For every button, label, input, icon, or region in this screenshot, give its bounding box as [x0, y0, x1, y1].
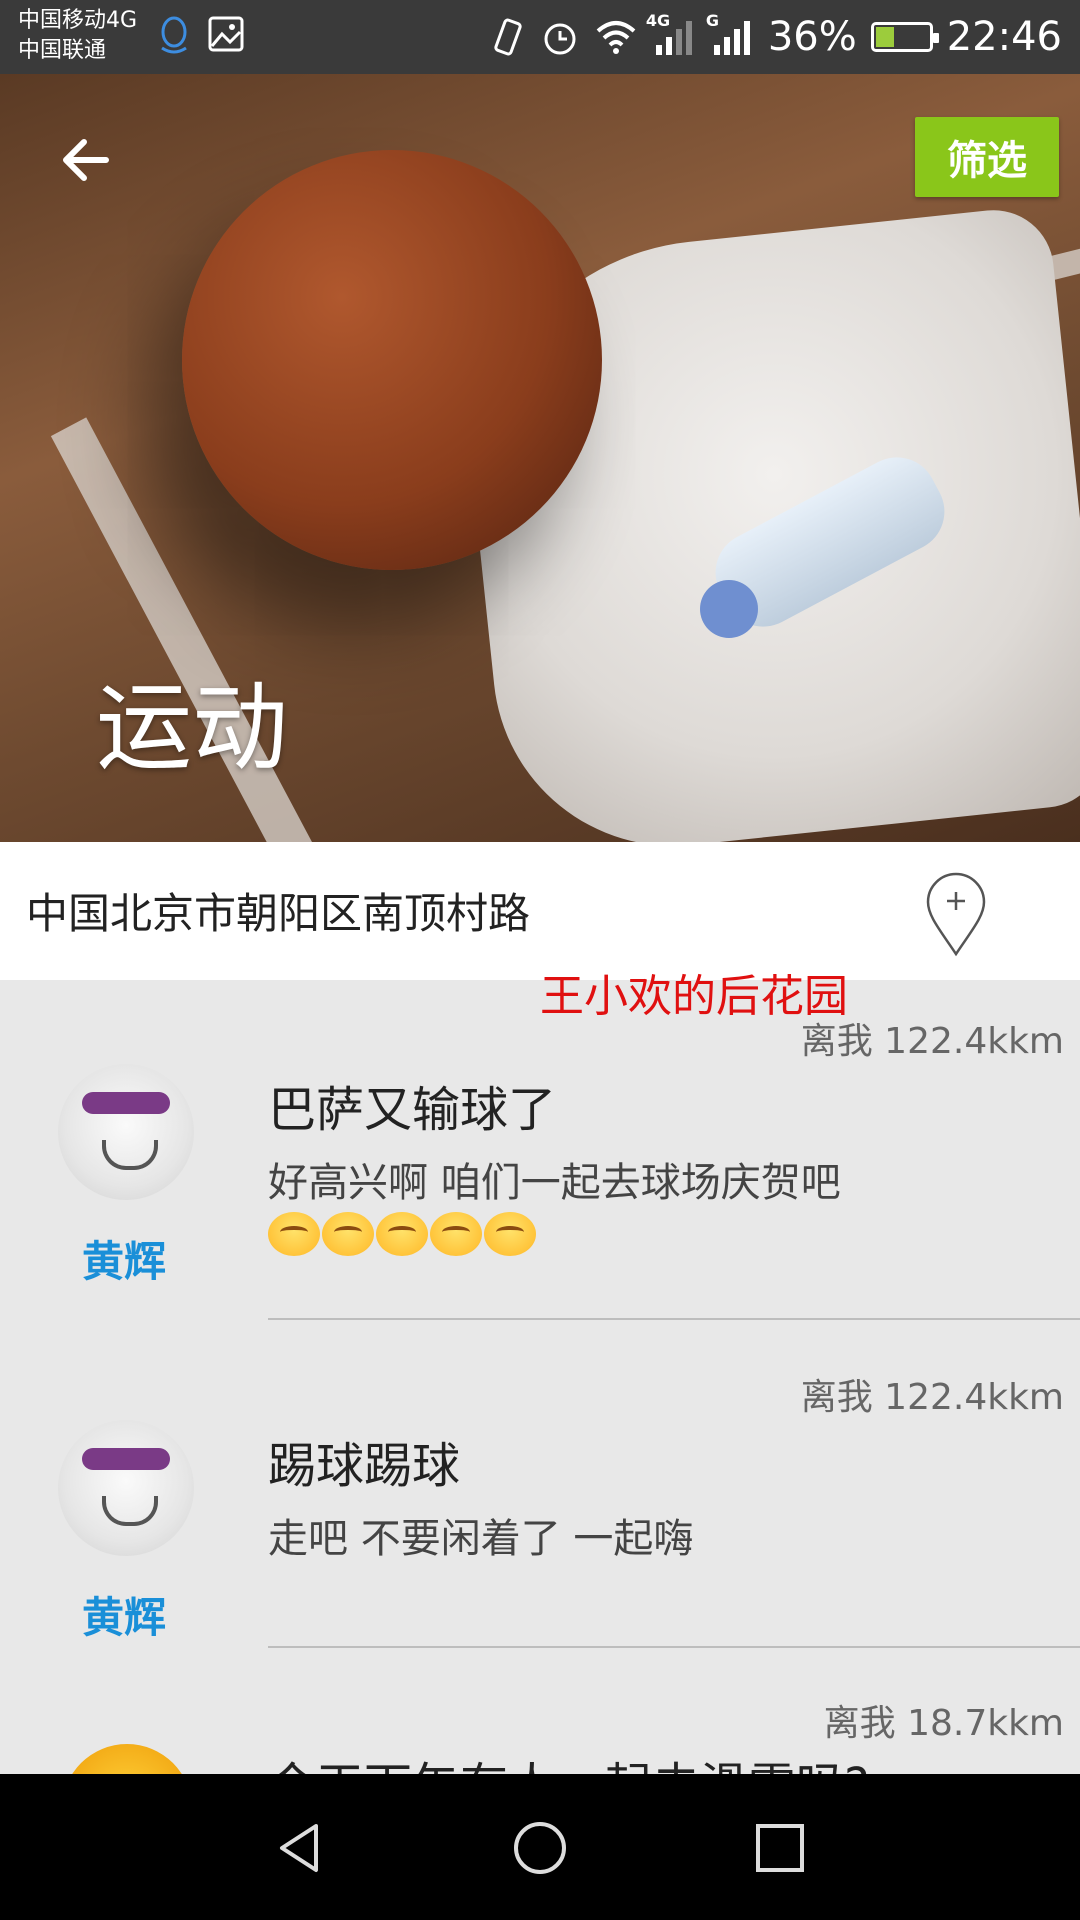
add-location-pin-icon[interactable] [924, 870, 988, 958]
divider [268, 1646, 1080, 1648]
distance-label: 离我 18.7kkm [823, 1703, 1064, 1744]
carrier-2: 中国联通 [18, 38, 107, 63]
emoji-row [268, 1212, 536, 1256]
smile-emoji-icon [268, 1212, 320, 1256]
avatar-mouth [102, 1496, 158, 1526]
image-icon [208, 16, 244, 52]
distance-label: 离我 122.4kkm [800, 1021, 1064, 1062]
basketball-graphic [182, 150, 602, 570]
system-nav-bar [0, 1774, 1080, 1920]
alarm-icon [544, 23, 576, 55]
smile-emoji-icon [430, 1212, 482, 1256]
carrier-1: 中国移动4G [18, 8, 138, 33]
signal-icon: G [706, 11, 754, 59]
avatar-glasses [82, 1092, 170, 1114]
smile-emoji-icon [376, 1212, 428, 1256]
nav-back-icon[interactable] [272, 1820, 328, 1876]
item-title: 踢球踢球 [268, 1438, 461, 1494]
wifi-icon [596, 21, 636, 54]
carrier-info: 中国移动4G 中国联通 [18, 6, 137, 66]
qq-icon [161, 16, 187, 54]
signal-2-label: G [705, 11, 719, 30]
avatar[interactable] [62, 1744, 192, 1774]
username[interactable]: 黄辉 [82, 1584, 166, 1645]
smile-emoji-icon [484, 1212, 536, 1256]
bottle-cap-graphic [700, 580, 758, 638]
item-text: 走吧 不要闲着了 一起嗨 [268, 1516, 694, 1562]
location-address: 中国北京市朝阳区南顶村路 [26, 889, 531, 938]
smile-emoji-icon [322, 1212, 374, 1256]
avatar[interactable] [58, 1064, 194, 1200]
item-text: 好高兴啊 咱们一起去球场庆贺吧 [268, 1160, 841, 1206]
battery-icon [870, 22, 939, 52]
arrow-left-icon[interactable] [56, 130, 116, 190]
list-item[interactable]: 离我 122.4kkm 黄辉 巴萨又输球了 好高兴啊 咱们一起去球场庆贺吧 [0, 1010, 1080, 1320]
avatar[interactable] [58, 1420, 194, 1556]
clock: 22:46 [946, 14, 1062, 60]
list-item[interactable]: 离我 122.4kkm 黄辉 踢球踢球 走吧 不要闲着了 一起嗨 [0, 1368, 1080, 1648]
filter-button[interactable]: 筛选 [915, 117, 1059, 197]
battery-percent: 36% [767, 14, 857, 60]
distance-label: 离我 122.4kkm [800, 1377, 1064, 1418]
nav-recents-icon[interactable] [752, 1820, 808, 1876]
vibrate-icon [494, 18, 522, 56]
item-title: 巴萨又输球了 [268, 1082, 557, 1138]
page-title: 运动 [96, 672, 288, 784]
avatar-mouth [102, 1140, 158, 1170]
signal-1-label: 4G [645, 11, 671, 30]
item-title: 今天下午有人一起去滑雪吗? [268, 1746, 869, 1774]
list-item[interactable]: 离我 18.7kkm 今天下午有人一起去滑雪吗? [0, 1694, 1080, 1774]
signal-icon: 4G [646, 11, 696, 59]
nav-home-icon[interactable] [512, 1820, 568, 1876]
status-right: 4G G 36% 22:46 [490, 0, 1062, 74]
username[interactable]: 黄辉 [82, 1228, 166, 1289]
divider [268, 1318, 1080, 1320]
status-bar: 中国移动4G 中国联通 4G G 36% 22:46 [0, 0, 1080, 74]
avatar-glasses [82, 1448, 170, 1470]
